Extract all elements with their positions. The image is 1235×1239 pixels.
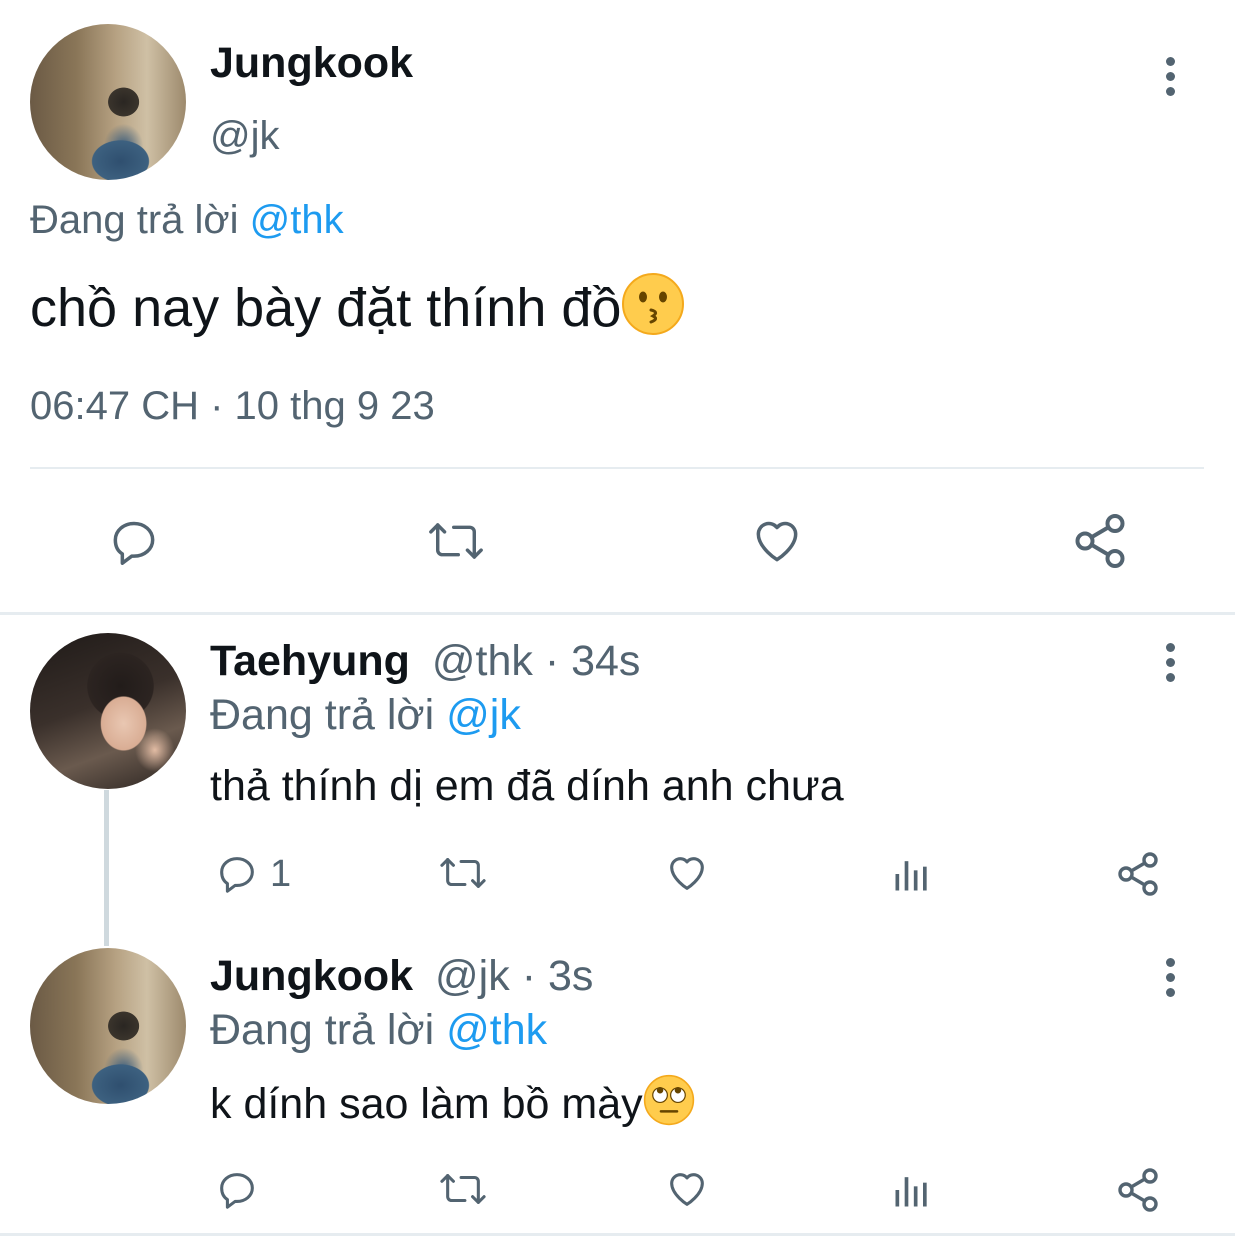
main-tweet-text: chồ nay bày đặt thính đồ — [30, 272, 685, 351]
reply-2-body: k dính sao làm bồ mày — [210, 1079, 643, 1128]
section-divider — [0, 612, 1235, 615]
main-tweet-avatar[interactable] — [30, 24, 186, 180]
reply-1-reply-count: 1 — [270, 853, 292, 895]
reply-2-avatar[interactable] — [30, 948, 186, 1104]
reply-1-more-icon[interactable] — [1166, 643, 1175, 688]
reply-1-handle[interactable]: @thk — [432, 637, 533, 685]
main-share-icon[interactable] — [1070, 510, 1130, 572]
reply-2-views-icon[interactable] — [890, 1168, 934, 1212]
reply-2-reply-icon[interactable] — [214, 1166, 260, 1212]
reply-1-time[interactable]: · 34s — [545, 637, 641, 685]
main-tweet-divider — [30, 467, 1204, 469]
reply-1-like-icon[interactable] — [663, 850, 711, 896]
reply-2-header: Jungkook @jk · 3s — [210, 951, 593, 1001]
reply-2-replying-to-link[interactable]: @thk — [446, 1006, 547, 1054]
reply-1-header: Taehyung @thk · 34s — [210, 636, 640, 686]
main-tweet-body: chồ nay bày đặt thính đồ — [30, 277, 622, 338]
main-tweet-timestamp[interactable]: 06:47 CH · 10 thg 9 23 — [30, 382, 435, 430]
reply-2-share-icon[interactable] — [1114, 1166, 1162, 1214]
replying-to-link[interactable]: @thk — [250, 198, 344, 242]
reply-1-display-name[interactable]: Taehyung — [210, 637, 410, 685]
bottom-divider — [0, 1233, 1235, 1236]
reply-1-avatar[interactable] — [30, 633, 186, 789]
kissing-face-icon — [621, 272, 685, 351]
reply-2-more-icon[interactable] — [1166, 958, 1175, 1003]
reply-2-handle[interactable]: @jk — [435, 952, 510, 1000]
reply-1-replying-to-link[interactable]: @jk — [446, 691, 521, 739]
face-with-rolling-eyes-icon — [643, 1074, 695, 1139]
reply-1-reply-icon[interactable] — [214, 850, 260, 896]
main-reply-icon[interactable] — [106, 513, 162, 569]
main-tweet-replying-line: Đang trả lời @thk — [30, 196, 344, 244]
reply-1-text: thả thính dị em đã dính anh chưa — [210, 762, 844, 810]
reply-1-retweet-icon[interactable] — [436, 850, 490, 896]
reply-2-like-icon[interactable] — [663, 1166, 711, 1212]
main-tweet-more-icon[interactable] — [1166, 57, 1175, 102]
reply-1-views-icon[interactable] — [890, 852, 934, 896]
reply-2-time[interactable]: · 3s — [522, 952, 594, 1000]
reply-1-share-icon[interactable] — [1114, 850, 1162, 898]
reply-2-replying-prefix: Đang trả lời — [210, 1006, 435, 1054]
main-like-icon[interactable] — [748, 513, 806, 569]
reply-2-replying-line: Đang trả lời @thk — [210, 1005, 547, 1055]
reply-2-text: k dính sao làm bồ mày — [210, 1074, 695, 1139]
thread-connector — [104, 790, 109, 946]
reply-2-display-name[interactable]: Jungkook — [210, 952, 413, 1000]
reply-1-replying-prefix: Đang trả lời — [210, 691, 435, 739]
reply-1-replying-line: Đang trả lời @jk — [210, 690, 521, 740]
reply-2-retweet-icon[interactable] — [436, 1166, 490, 1212]
main-retweet-icon[interactable] — [424, 513, 488, 569]
main-tweet-display-name[interactable]: Jungkook — [210, 38, 413, 88]
replying-prefix: Đang trả lời — [30, 198, 239, 242]
main-tweet-handle[interactable]: @jk — [210, 112, 280, 160]
